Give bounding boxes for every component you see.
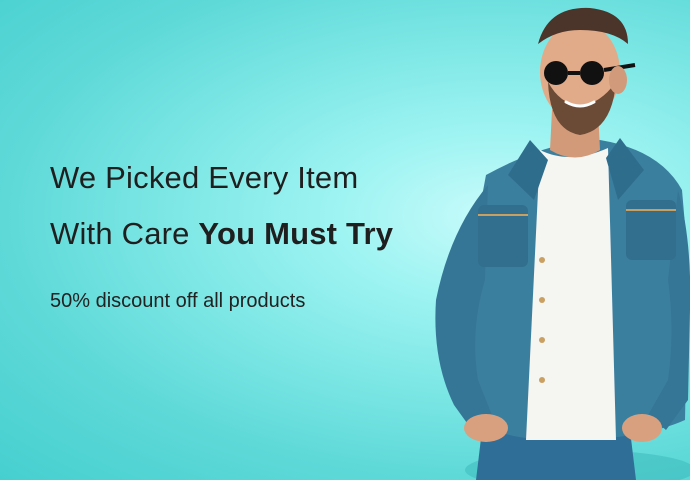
model-image [435, 7, 690, 480]
headline-line-2-bold: You Must Try [198, 216, 394, 251]
hero-subtitle: 50% discount off all products [50, 290, 306, 312]
headline-line-2-regular: With Care [50, 216, 199, 251]
hero-copy: We Picked Every Item With Care You Must … [50, 150, 470, 316]
headline-line-1: We Picked Every Item [50, 160, 359, 195]
hero-headline: We Picked Every Item With Care You Must … [50, 150, 470, 262]
headline-line-2: With Care You Must Try [50, 206, 470, 262]
hero-banner: We Picked Every Item With Care You Must … [0, 0, 690, 480]
